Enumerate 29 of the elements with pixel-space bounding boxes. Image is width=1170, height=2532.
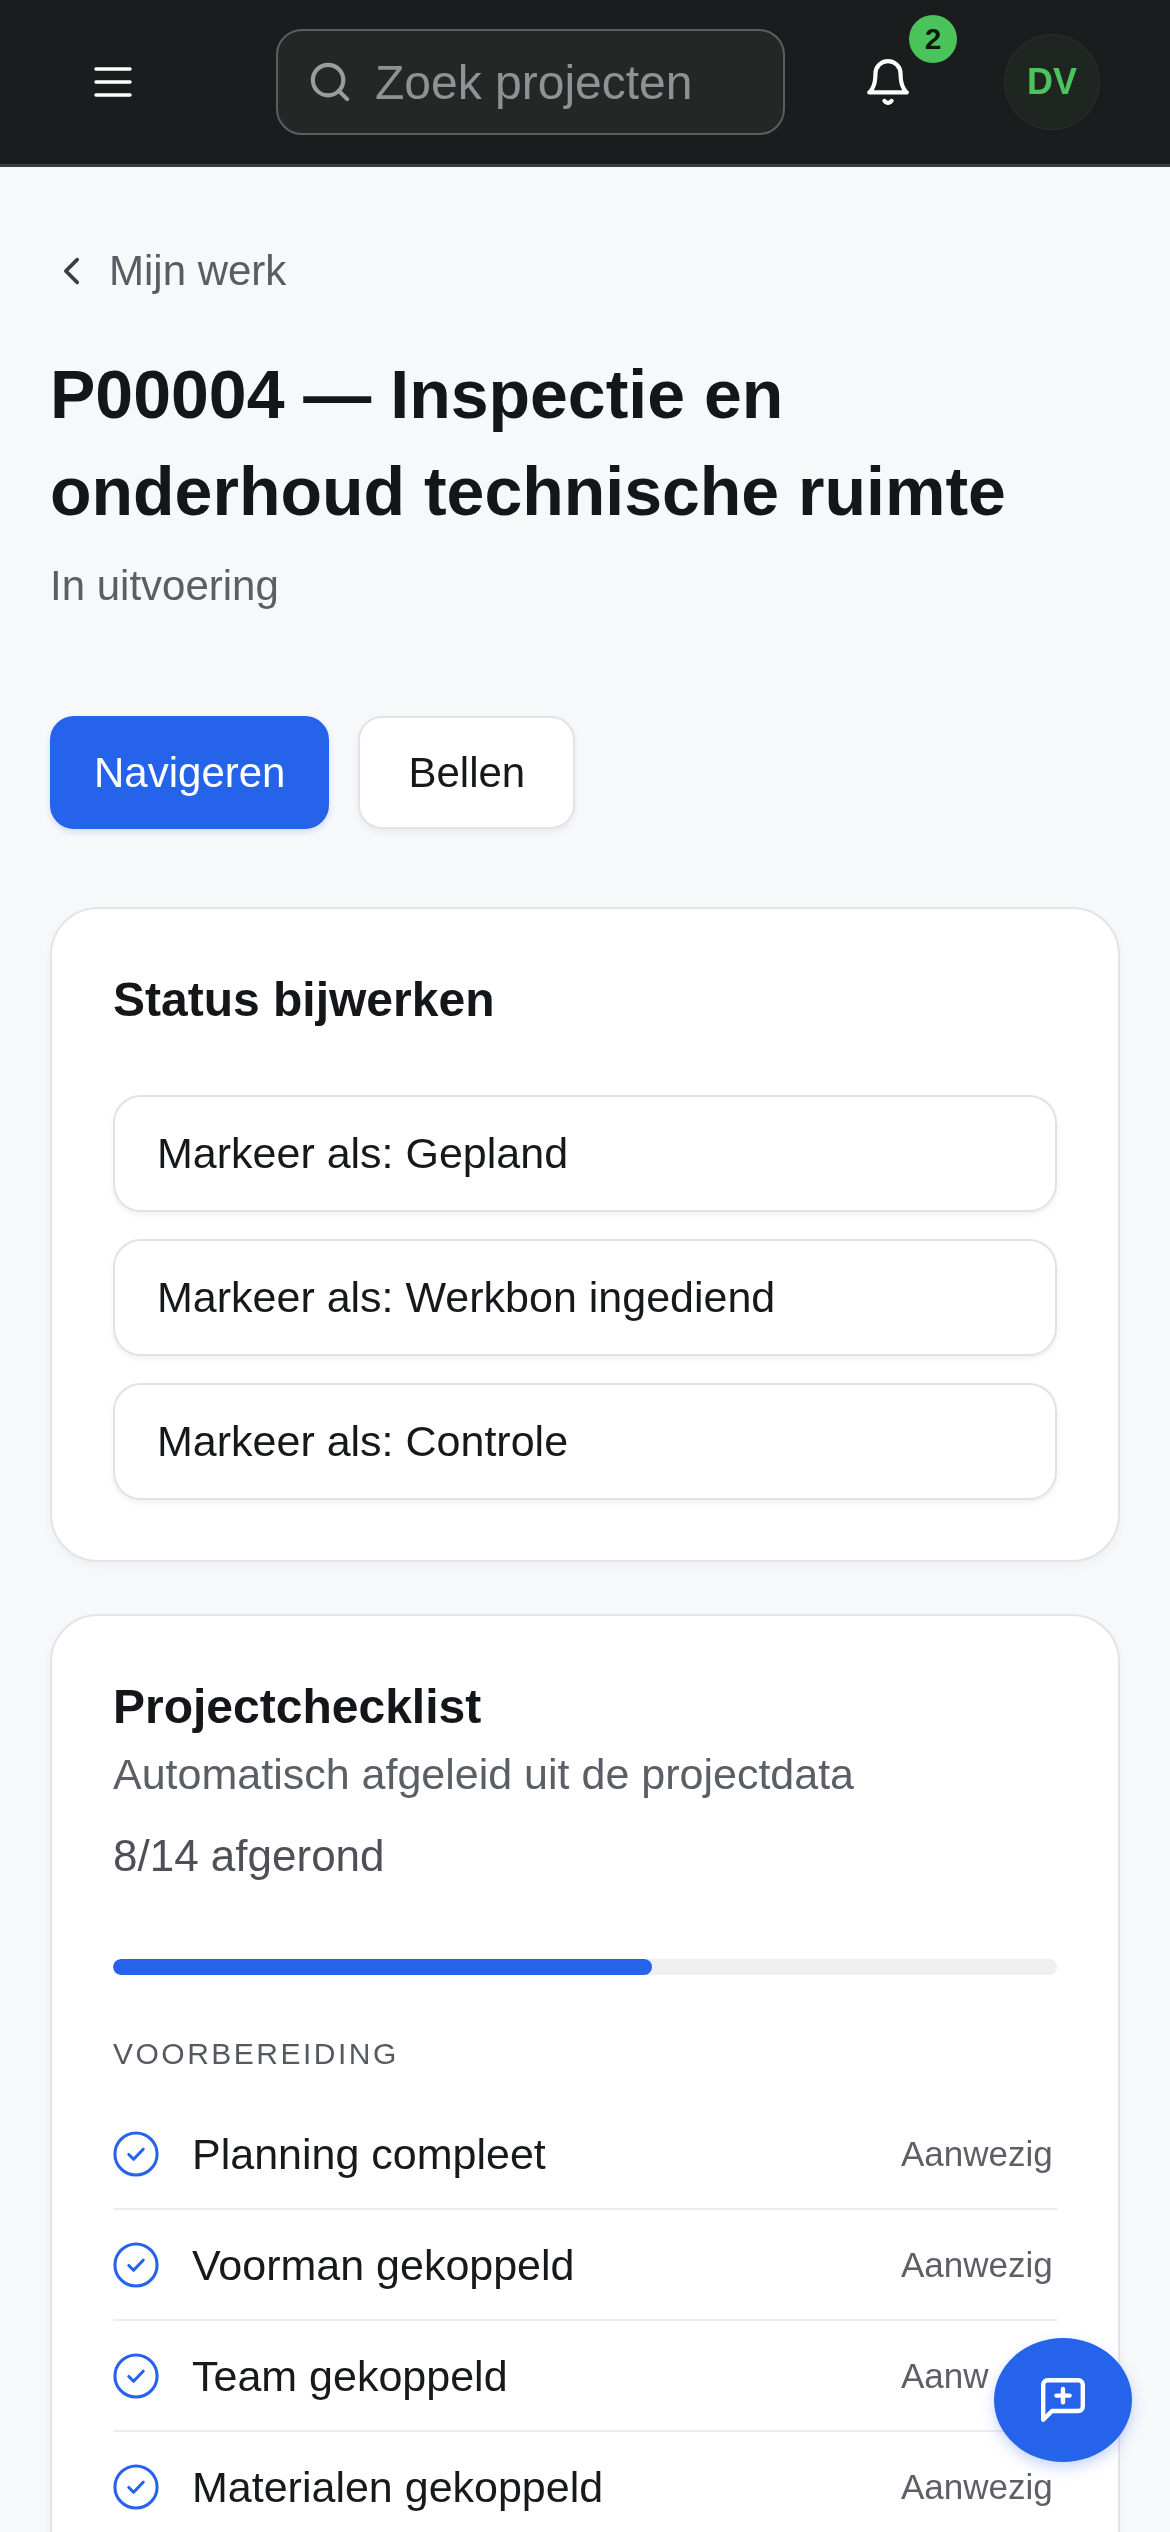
checklist-item-label: Planning compleet [192, 2128, 546, 2179]
card-title: Status bijwerken [113, 972, 495, 1028]
avatar[interactable]: DV [1004, 34, 1100, 130]
project-title: P00004 — Inspectie en onderhoud technische ruimte [50, 355, 1007, 531]
search-icon [310, 62, 350, 102]
speech-bubble-plus-icon [1041, 2378, 1085, 2422]
checklist-item-status: Aanwezig [901, 2466, 1053, 2506]
status-option-button[interactable]: Markeer als: Werkbon ingediend [113, 1239, 1057, 1356]
checklist-item-status: Aanwezig [901, 2244, 1053, 2284]
bell-icon[interactable] [867, 59, 909, 105]
section-heading: VOORBEREIDING [113, 2036, 399, 2072]
card-subtitle: Automatisch afgeleid uit de projectdata [113, 1749, 854, 1799]
chevron-left-icon [63, 256, 80, 286]
project-status: In uitvoering [50, 561, 279, 611]
checklist-item-label: Team gekoppeld [192, 2350, 508, 2401]
checklist-item-status: Aanwezig [901, 2133, 1053, 2173]
call-button[interactable]: Bellen [358, 716, 576, 829]
menu-icon[interactable] [94, 67, 132, 97]
checklist-item-label: Materialen gekoppeld [192, 2461, 604, 2512]
search-field[interactable]: Zoek projecten [276, 29, 785, 135]
checklist-item-status: Aanw [901, 2355, 989, 2395]
notification-badge: 2 [909, 15, 957, 63]
back-link[interactable]: Mijn werk [63, 247, 287, 295]
status-option-button[interactable]: Markeer als: Gepland [113, 1095, 1057, 1212]
card-title: Projectchecklist [113, 1679, 482, 1735]
navigate-button[interactable]: Navigeren [50, 716, 330, 829]
checklist-item-label: Voorman gekoppeld [192, 2239, 575, 2290]
status-option-button[interactable]: Markeer als: Controle [113, 1383, 1057, 1500]
progress-text: 8/14 afgerond [113, 1830, 385, 1882]
